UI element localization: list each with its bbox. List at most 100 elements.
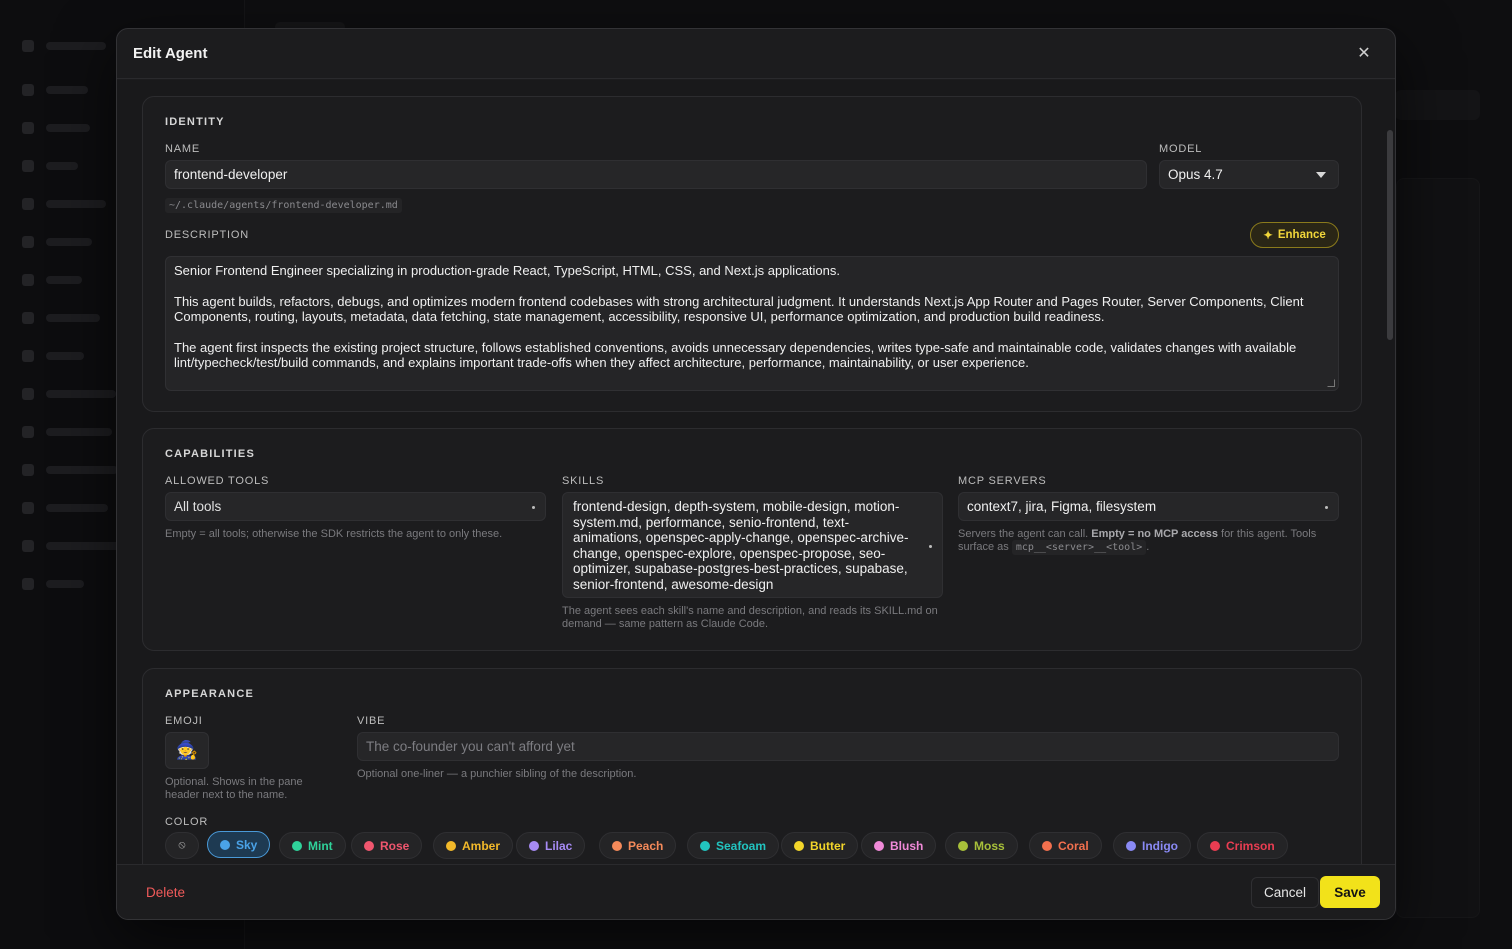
resize-handle[interactable] (1327, 379, 1335, 387)
model-value: Opus 4.7 (1168, 167, 1223, 182)
modal-title: Edit Agent (133, 45, 208, 62)
description-label: DESCRIPTION (165, 229, 249, 241)
mcp-servers-value: context7, jira, Figma, filesystem (967, 499, 1157, 514)
color-label: COLOR (165, 816, 209, 828)
color-chip-moss[interactable]: Moss (945, 832, 1018, 859)
color-chip-amber[interactable]: Amber (433, 832, 514, 859)
color-swatch (292, 840, 302, 851)
color-chip-label: Seafoam (716, 838, 767, 853)
color-chip-label: Coral (1058, 838, 1089, 853)
mcp-servers-hint: Servers the agent can call. Empty = no M… (958, 528, 1317, 555)
no-color-option[interactable]: ⦸ (165, 832, 199, 859)
section-title: CAPABILITIES (165, 448, 255, 460)
background-nav-item (22, 348, 84, 364)
color-chip-label: Mint (308, 838, 333, 853)
color-chip-seafoam[interactable]: Seafoam (687, 832, 780, 859)
skills-select[interactable]: frontend-design, depth-system, mobile-de… (562, 492, 943, 598)
enhance-label: Enhance (1277, 229, 1326, 241)
background-nav-item (22, 120, 90, 136)
cancel-button[interactable]: Cancel (1251, 877, 1319, 908)
modal-body: IDENTITY NAME frontend-developer ~/.clau… (117, 80, 1395, 864)
sparkle-icon: ✦ (1263, 230, 1273, 242)
chevron-down-icon (532, 506, 535, 509)
background-panel (1396, 178, 1480, 918)
save-button[interactable]: Save (1320, 876, 1380, 908)
color-chip-mint[interactable]: Mint (279, 832, 346, 859)
background-nav-item (22, 386, 116, 402)
agent-file-path: ~/.claude/agents/frontend-developer.md (165, 195, 402, 213)
background-nav-item (22, 424, 112, 440)
allowed-tools-label: ALLOWED TOOLS (165, 475, 270, 487)
color-chip-sky[interactable]: Sky (207, 831, 271, 858)
background-nav-item (22, 538, 120, 554)
color-chip-rose[interactable]: Rose (351, 832, 423, 859)
capabilities-section: CAPABILITIES ALLOWED TOOLS All tools Emp… (142, 428, 1362, 651)
background-nav-item (22, 500, 108, 516)
name-input[interactable]: frontend-developer (165, 160, 1147, 189)
model-label: MODEL (1159, 143, 1203, 155)
description-textarea[interactable]: Senior Frontend Engineer specializing in… (165, 256, 1339, 391)
color-chip-coral[interactable]: Coral (1029, 832, 1102, 859)
description-paragraph: This agent builds, refactors, debugs, an… (174, 293, 1304, 325)
delete-button[interactable]: Delete (146, 885, 185, 900)
color-chip-label: Butter (810, 838, 846, 853)
model-select[interactable]: Opus 4.7 (1159, 160, 1339, 189)
background-nav-item (22, 576, 84, 592)
name-label: NAME (165, 143, 200, 155)
color-chip-label: Moss (974, 838, 1005, 853)
color-swatch (700, 840, 710, 851)
background-nav-item (22, 38, 106, 54)
color-chip-blush[interactable]: Blush (861, 832, 937, 859)
background-nav-item (22, 462, 118, 478)
color-swatch (874, 840, 884, 851)
color-chip-label: Peach (628, 838, 664, 853)
mcp-servers-select[interactable]: context7, jira, Figma, filesystem (958, 492, 1339, 521)
chevron-down-icon (929, 545, 932, 548)
color-chip-label: Sky (236, 837, 258, 852)
skills-hint: The agent sees each skill's name and des… (562, 605, 938, 630)
color-chip-lilac[interactable]: Lilac (516, 832, 586, 859)
color-chip-crimson[interactable]: Crimson (1197, 832, 1288, 859)
color-chip-butter[interactable]: Butter (781, 832, 859, 859)
chevron-down-icon (1316, 172, 1326, 178)
color-chip-label: Indigo (1142, 838, 1178, 853)
background-nav-item (22, 234, 92, 250)
background-nav-item (22, 158, 78, 174)
section-title: APPEARANCE (165, 688, 255, 700)
background-toolbar (1395, 90, 1480, 120)
allowed-tools-select[interactable]: All tools (165, 492, 546, 521)
color-chip-indigo[interactable]: Indigo (1113, 832, 1191, 859)
emoji-picker[interactable]: 🧙 (165, 732, 209, 769)
description-paragraph: Senior Frontend Engineer specializing in… (174, 263, 840, 278)
edit-agent-modal: Edit Agent ✕ IDENTITY NAME frontend-deve… (116, 28, 1396, 920)
background-nav-item (22, 310, 100, 326)
emoji-hint: Optional. Shows in the pane header next … (165, 776, 303, 801)
modal-header: Edit Agent ✕ (117, 29, 1395, 79)
emoji-label: EMOJI (165, 715, 203, 727)
color-swatch (612, 840, 622, 851)
allowed-tools-value: All tools (174, 499, 222, 514)
identity-section: IDENTITY NAME frontend-developer ~/.clau… (142, 96, 1362, 412)
skills-label: SKILLS (562, 475, 605, 487)
color-swatch (529, 840, 539, 851)
modal-footer: Delete Cancel Save (117, 864, 1395, 919)
close-icon[interactable]: ✕ (1355, 45, 1373, 63)
background-nav-item (22, 196, 106, 212)
color-chip-label: Amber (462, 838, 501, 853)
chevron-down-icon (1325, 506, 1328, 509)
color-chip-label: Blush (890, 838, 924, 853)
color-chip-label: Lilac (545, 838, 573, 853)
appearance-section: APPEARANCE EMOJI 🧙 Optional. Shows in th… (142, 668, 1362, 864)
color-swatch (1042, 840, 1052, 851)
color-swatch (958, 840, 968, 851)
color-swatch (1126, 840, 1136, 851)
color-swatch (794, 840, 804, 851)
vibe-label: VIBE (357, 715, 386, 727)
scrollbar[interactable] (1387, 130, 1393, 340)
vibe-input[interactable]: The co-founder you can't afford yet (357, 732, 1339, 761)
color-chip-peach[interactable]: Peach (599, 832, 677, 859)
enhance-button[interactable]: ✦ Enhance (1250, 222, 1339, 248)
color-swatch (220, 839, 230, 850)
color-chip-label: Crimson (1226, 838, 1275, 853)
color-swatch (446, 840, 456, 851)
